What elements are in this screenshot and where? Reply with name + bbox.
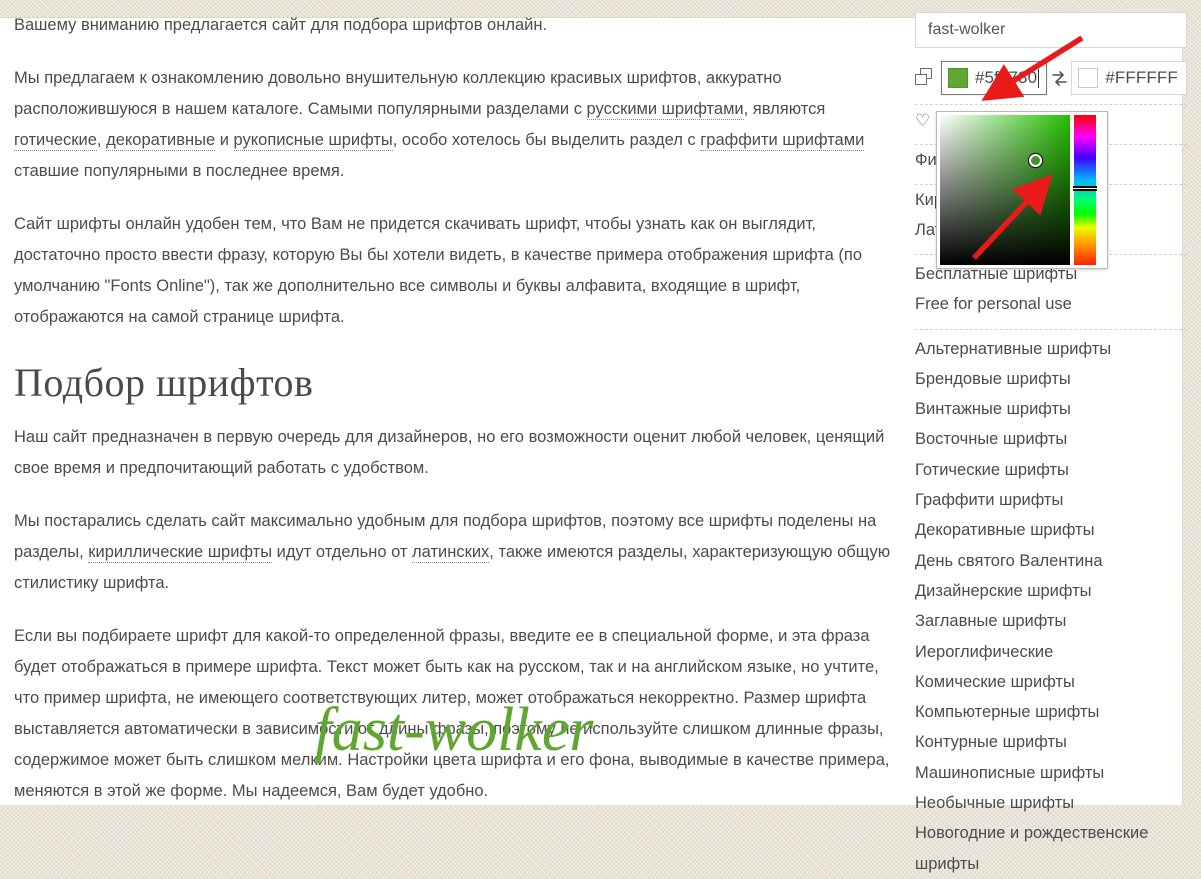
link-russian-fonts[interactable]: русскими шрифтами	[586, 100, 744, 120]
foreground-color-swatch[interactable]	[948, 68, 968, 88]
sidebar-item-valentines[interactable]: День святого Валентина	[915, 546, 1187, 576]
phrase-input[interactable]	[915, 12, 1187, 48]
heart-icon: ♡	[915, 110, 931, 130]
section-heading: Подбор шрифтов	[14, 360, 314, 405]
paragraph-intro: Вашему вниманию предлагается сайт для по…	[14, 10, 894, 41]
link-gothic-fonts[interactable]: готические	[14, 131, 97, 151]
link-latin-fonts[interactable]: латинских	[412, 543, 490, 563]
copy-layers-icon[interactable]	[915, 68, 935, 88]
sidebar-item-decorative[interactable]: Декоративные шрифты	[915, 515, 1187, 545]
link-cyrillic-fonts[interactable]: кириллические шрифты	[88, 543, 273, 563]
sidebar-item-typewriter[interactable]: Машинописные шрифты	[915, 758, 1187, 788]
sidebar-item-alternative[interactable]: Альтернативные шрифты	[915, 334, 1187, 364]
sidebar-item-brand[interactable]: Брендовые шрифты	[915, 364, 1187, 394]
link-graffiti-fonts[interactable]: граффити шрифтами	[700, 131, 865, 151]
sidebar-item-newyear-christmas[interactable]: Новогодние и рождественские шрифты	[915, 818, 1187, 879]
link-decorative-fonts[interactable]: декоративные	[106, 131, 216, 151]
text-segment: , являются	[743, 100, 826, 118]
foreground-hex-value: #5fa730	[975, 68, 1038, 87]
color-controls-row: #5fa730 #FFFFFF	[915, 61, 1187, 95]
background-color-swatch[interactable]	[1078, 68, 1099, 88]
sidebar-item-gothic[interactable]: Готические шрифты	[915, 455, 1187, 485]
sidebar-group-categories: Альтернативные шрифты Брендовые шрифты В…	[915, 330, 1187, 879]
swap-colors-icon[interactable]	[1047, 70, 1071, 86]
sidebar-item-hieroglyphic[interactable]: Иероглифические	[915, 637, 1187, 667]
hue-slider-handle[interactable]	[1073, 186, 1097, 191]
paragraph-text: Сайт шрифты онлайн удобен тем, что Вам н…	[14, 215, 863, 326]
text-caret	[1038, 68, 1040, 88]
sidebar-item-eastern[interactable]: Восточные шрифты	[915, 424, 1187, 454]
font-sample-preview: fast-wolker	[314, 696, 594, 764]
saturation-value-area[interactable]	[940, 115, 1070, 265]
link-handwritten-fonts[interactable]: рукописные шрифты	[233, 131, 393, 151]
paragraph-convenience: Сайт шрифты онлайн удобен тем, что Вам н…	[14, 209, 894, 333]
text-segment: идут отдельно от	[272, 543, 413, 561]
page-root: Вашему вниманию предлагается сайт для по…	[0, 0, 1201, 873]
sidebar-item-comic[interactable]: Комические шрифты	[915, 667, 1187, 697]
sidebar-item-graffiti[interactable]: Граффити шрифты	[915, 485, 1187, 515]
text-segment: ставшие популярными в последнее время.	[14, 162, 345, 180]
text-segment: , особо хотелось бы выделить раздел с	[392, 131, 701, 149]
sv-selection-handle[interactable]	[1028, 153, 1042, 167]
sidebar-item-capital[interactable]: Заглавные шрифты	[915, 606, 1187, 636]
background-color-field[interactable]: #FFFFFF	[1071, 61, 1187, 95]
sidebar-item-free-personal-use[interactable]: Free for personal use	[915, 289, 1187, 319]
paragraph-text: Наш сайт предназначен в первую очередь д…	[14, 428, 885, 477]
text-segment: и	[215, 131, 234, 149]
background-hex-value: #FFFFFF	[1105, 68, 1178, 87]
paragraph-collection: Мы предлагаем к ознакомлению довольно вн…	[14, 63, 894, 187]
sidebar-item-vintage[interactable]: Винтажные шрифты	[915, 394, 1187, 424]
sidebar-item-outline[interactable]: Контурные шрифты	[915, 727, 1187, 757]
sidebar-item-unusual[interactable]: Необычные шрифты	[915, 788, 1187, 818]
paragraph-sections: Мы постарались сделать сайт максимально …	[14, 506, 894, 599]
text-segment: ,	[96, 131, 107, 149]
sidebar-item-computer[interactable]: Компьютерные шрифты	[915, 697, 1187, 727]
sidebar-item-designer[interactable]: Дизайнерские шрифты	[915, 576, 1187, 606]
hue-slider[interactable]	[1073, 115, 1097, 265]
foreground-color-field[interactable]: #5fa730	[941, 61, 1048, 95]
color-picker-popup[interactable]	[936, 111, 1108, 269]
paragraph-designers: Наш сайт предназначен в первую очередь д…	[14, 422, 894, 484]
paragraph-text: Вашему вниманию предлагается сайт для по…	[14, 16, 548, 34]
